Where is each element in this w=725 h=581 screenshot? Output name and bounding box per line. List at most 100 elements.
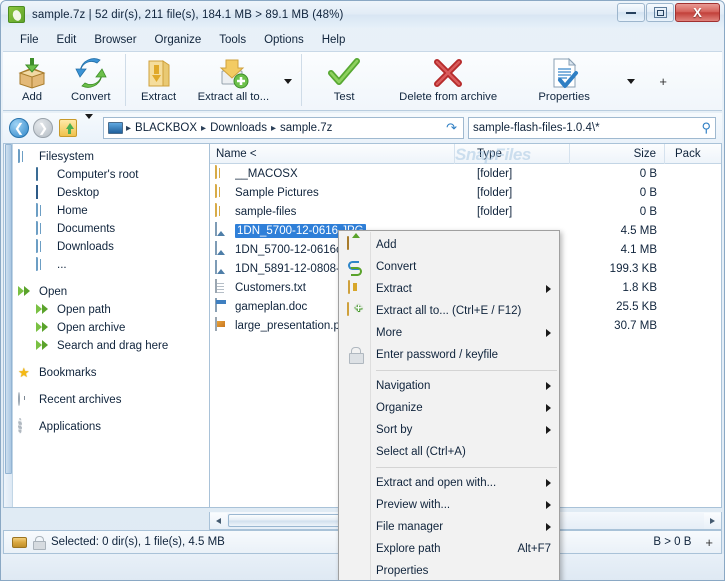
context-menu-item-preview-with[interactable]: Preview with... <box>339 494 559 516</box>
refresh-icon[interactable]: ↷ <box>446 120 459 136</box>
context-menu-item-convert[interactable]: Convert <box>339 256 559 278</box>
context-menu-item-select-all[interactable]: Select all (Ctrl+A) <box>339 441 559 463</box>
toolbar-convert-button[interactable]: Convert <box>61 52 121 110</box>
toolbar-add-label: Add <box>22 91 42 103</box>
context-menu-item-file-manager[interactable]: File manager <box>339 516 559 538</box>
toolbar-overflow-dropdown[interactable] <box>622 52 640 110</box>
menu-browser[interactable]: Browser <box>85 32 145 48</box>
sidebar-item-recent-archives[interactable]: Recent archives <box>14 391 209 409</box>
sidebar-item-open[interactable]: Open <box>14 283 209 301</box>
toolbar-extract-label: Extract <box>141 91 176 103</box>
word-doc-icon <box>215 299 231 314</box>
lock-icon <box>347 347 363 363</box>
context-menu-item-organize[interactable]: Organize <box>339 397 559 419</box>
context-menu-item-navigation[interactable]: Navigation <box>339 375 559 397</box>
sidebar-item-open-archive[interactable]: Open archive <box>14 319 209 337</box>
address-bar: ❮ ❯ ▸ BLACKBOX ▸ Downloads ▸ sample.7z ↷… <box>3 113 722 143</box>
toolbar-add-item-button[interactable]: + <box>654 52 672 110</box>
sidebar-item-label: Open <box>39 286 67 298</box>
table-row[interactable]: Sample Pictures [folder] 0 B <box>210 183 721 202</box>
forward-arrow-icon[interactable]: ❯ <box>33 118 53 138</box>
maximize-button[interactable] <box>646 3 674 22</box>
context-menu-item-extract-and-open-with[interactable]: Extract and open with... <box>339 472 559 494</box>
context-menu-item-add[interactable]: Add <box>339 234 559 256</box>
minimize-button[interactable] <box>617 3 645 22</box>
submenu-arrow-icon <box>546 523 551 531</box>
toolbar-properties-button[interactable]: Properties <box>514 52 614 110</box>
back-arrow-icon[interactable]: ❮ <box>9 118 29 138</box>
folder-blue-icon <box>18 150 34 164</box>
sidebar-item-label: Recent archives <box>39 394 121 406</box>
toolbar-add-button[interactable]: Add <box>3 52 61 110</box>
filter-field[interactable]: sample-flash-files-1.0.4\* ⚲ <box>468 117 716 139</box>
toolbar-extract-all-button[interactable]: Extract all to... <box>188 52 280 110</box>
context-menu-item-extract[interactable]: Extract <box>339 278 559 300</box>
green-check-icon <box>328 56 360 90</box>
toolbar-test-button[interactable]: Test <box>306 52 382 110</box>
status-plus-icon[interactable]: + <box>705 535 713 550</box>
menu-tools[interactable]: Tools <box>210 32 255 48</box>
up-folder-icon[interactable] <box>59 119 77 137</box>
filter-input[interactable]: sample-flash-files-1.0.4\* <box>473 122 701 134</box>
address-history-dropdown[interactable] <box>85 119 93 137</box>
column-header-size[interactable]: Size <box>570 144 665 164</box>
search-icon[interactable]: ⚲ <box>701 120 711 136</box>
breadcrumb-item-blackbox[interactable]: BLACKBOX <box>132 122 200 134</box>
breadcrumb-item-archive[interactable]: sample.7z <box>277 122 335 134</box>
hscroll-right-button[interactable] <box>704 513 721 529</box>
context-menu-item-more[interactable]: More <box>339 322 559 344</box>
sidebar-item-home[interactable]: Home <box>14 202 209 220</box>
context-menu-item-sort-by[interactable]: Sort by <box>339 419 559 441</box>
sidebar-scrollbar-thumb[interactable] <box>5 144 12 474</box>
hscroll-left-button[interactable] <box>210 513 227 529</box>
folder-blue-icon <box>36 240 52 254</box>
sidebar-item-filesystem[interactable]: Filesystem <box>14 148 209 166</box>
menu-options[interactable]: Options <box>255 32 313 48</box>
triangle-right-icon <box>710 518 715 524</box>
context-menu-item-extract-all-to[interactable]: Extract all to... (Ctrl+E / F12) <box>339 300 559 322</box>
sidebar-item-search-and-drag[interactable]: Search and drag here <box>14 337 209 355</box>
sidebar-item-bookmarks[interactable]: ★ Bookmarks <box>14 364 209 382</box>
column-header-name[interactable]: Name < <box>210 144 455 164</box>
file-size: 30.7 MB <box>570 320 665 332</box>
context-menu-item-properties[interactable]: Properties <box>339 560 559 581</box>
chevron-down-icon <box>284 79 292 84</box>
sidebar-item-label: Bookmarks <box>39 367 97 379</box>
sidebar-item-label: Computer's root <box>57 169 138 181</box>
sidebar-item-applications[interactable]: Applications <box>14 418 209 436</box>
toolbar-extract-all-dropdown[interactable] <box>279 52 297 110</box>
toolbar-delete-button[interactable]: Delete from archive <box>382 52 514 110</box>
close-button[interactable]: X <box>675 3 720 22</box>
extract-folder-icon <box>347 281 363 297</box>
menu-help[interactable]: Help <box>313 32 355 48</box>
breadcrumb-bar[interactable]: ▸ BLACKBOX ▸ Downloads ▸ sample.7z ↷ <box>103 117 464 139</box>
sidebar-item-open-path[interactable]: Open path <box>14 301 209 319</box>
monitor-icon <box>36 168 52 182</box>
column-header-pack[interactable]: Pack <box>665 144 721 164</box>
menu-edit[interactable]: Edit <box>48 32 86 48</box>
sidebar-item-desktop[interactable]: Desktop <box>14 184 209 202</box>
context-menu-item-label: Extract <box>376 283 412 295</box>
breadcrumb-item-downloads[interactable]: Downloads <box>207 122 270 134</box>
sidebar-item-downloads[interactable]: Downloads <box>14 238 209 256</box>
menu-organize[interactable]: Organize <box>146 32 211 48</box>
sidebar-item-computers-root[interactable]: Computer's root <box>14 166 209 184</box>
table-row[interactable]: __MACOSX [folder] 0 B <box>210 164 721 183</box>
context-menu-item-enter-password[interactable]: Enter password / keyfile <box>339 344 559 366</box>
context-menu-item-label: Properties <box>376 565 428 577</box>
properties-document-icon <box>549 56 579 90</box>
plus-icon: + <box>659 74 667 89</box>
file-size: 0 B <box>570 206 665 218</box>
table-row[interactable]: sample-files [folder] 0 B <box>210 202 721 221</box>
sidebar-item-label: Open path <box>57 304 111 316</box>
sidebar-item-more[interactable]: ... <box>14 256 209 274</box>
sidebar-item-documents[interactable]: Documents <box>14 220 209 238</box>
triangle-left-icon <box>216 518 221 524</box>
menu-file[interactable]: File <box>11 32 48 48</box>
toolbar-extract-button[interactable]: Extract <box>130 52 188 110</box>
column-header-type[interactable]: Type <box>455 144 570 164</box>
context-menu-item-explore-path[interactable]: Explore path Alt+F7 <box>339 538 559 560</box>
sidebar-scrollbar[interactable] <box>4 144 13 507</box>
file-name: Sample Pictures <box>235 187 319 199</box>
context-menu-item-label: Organize <box>376 402 423 414</box>
